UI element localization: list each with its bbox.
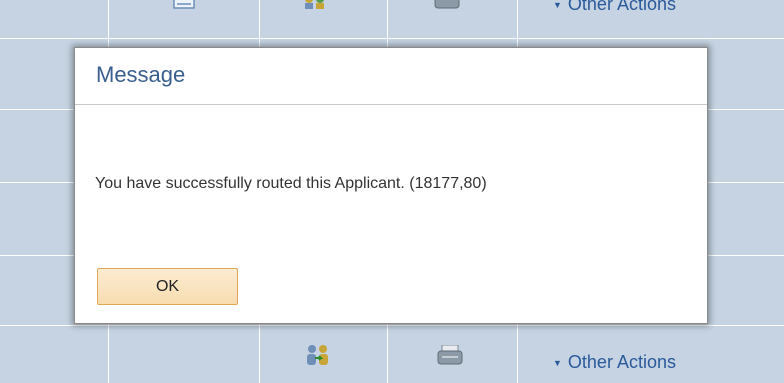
ok-button[interactable]: OK [97, 268, 238, 305]
notes-icon[interactable] [173, 0, 195, 13]
message-dialog: Message You have successfully routed thi… [74, 47, 708, 324]
people-route-icon[interactable] [306, 344, 330, 371]
printer-icon[interactable] [437, 344, 463, 370]
printer-icon[interactable] [434, 0, 460, 13]
people-route-icon[interactable] [303, 0, 327, 13]
dialog-title: Message [96, 62, 186, 87]
caret-down-icon: ▼ [553, 0, 562, 11]
other-actions-menu[interactable]: ▼ Other Actions [553, 352, 676, 373]
other-actions-menu[interactable]: ▼ Other Actions [553, 0, 676, 15]
caret-down-icon: ▼ [553, 358, 562, 369]
dialog-divider [75, 104, 707, 105]
dialog-message: You have successfully routed this Applic… [95, 175, 487, 192]
